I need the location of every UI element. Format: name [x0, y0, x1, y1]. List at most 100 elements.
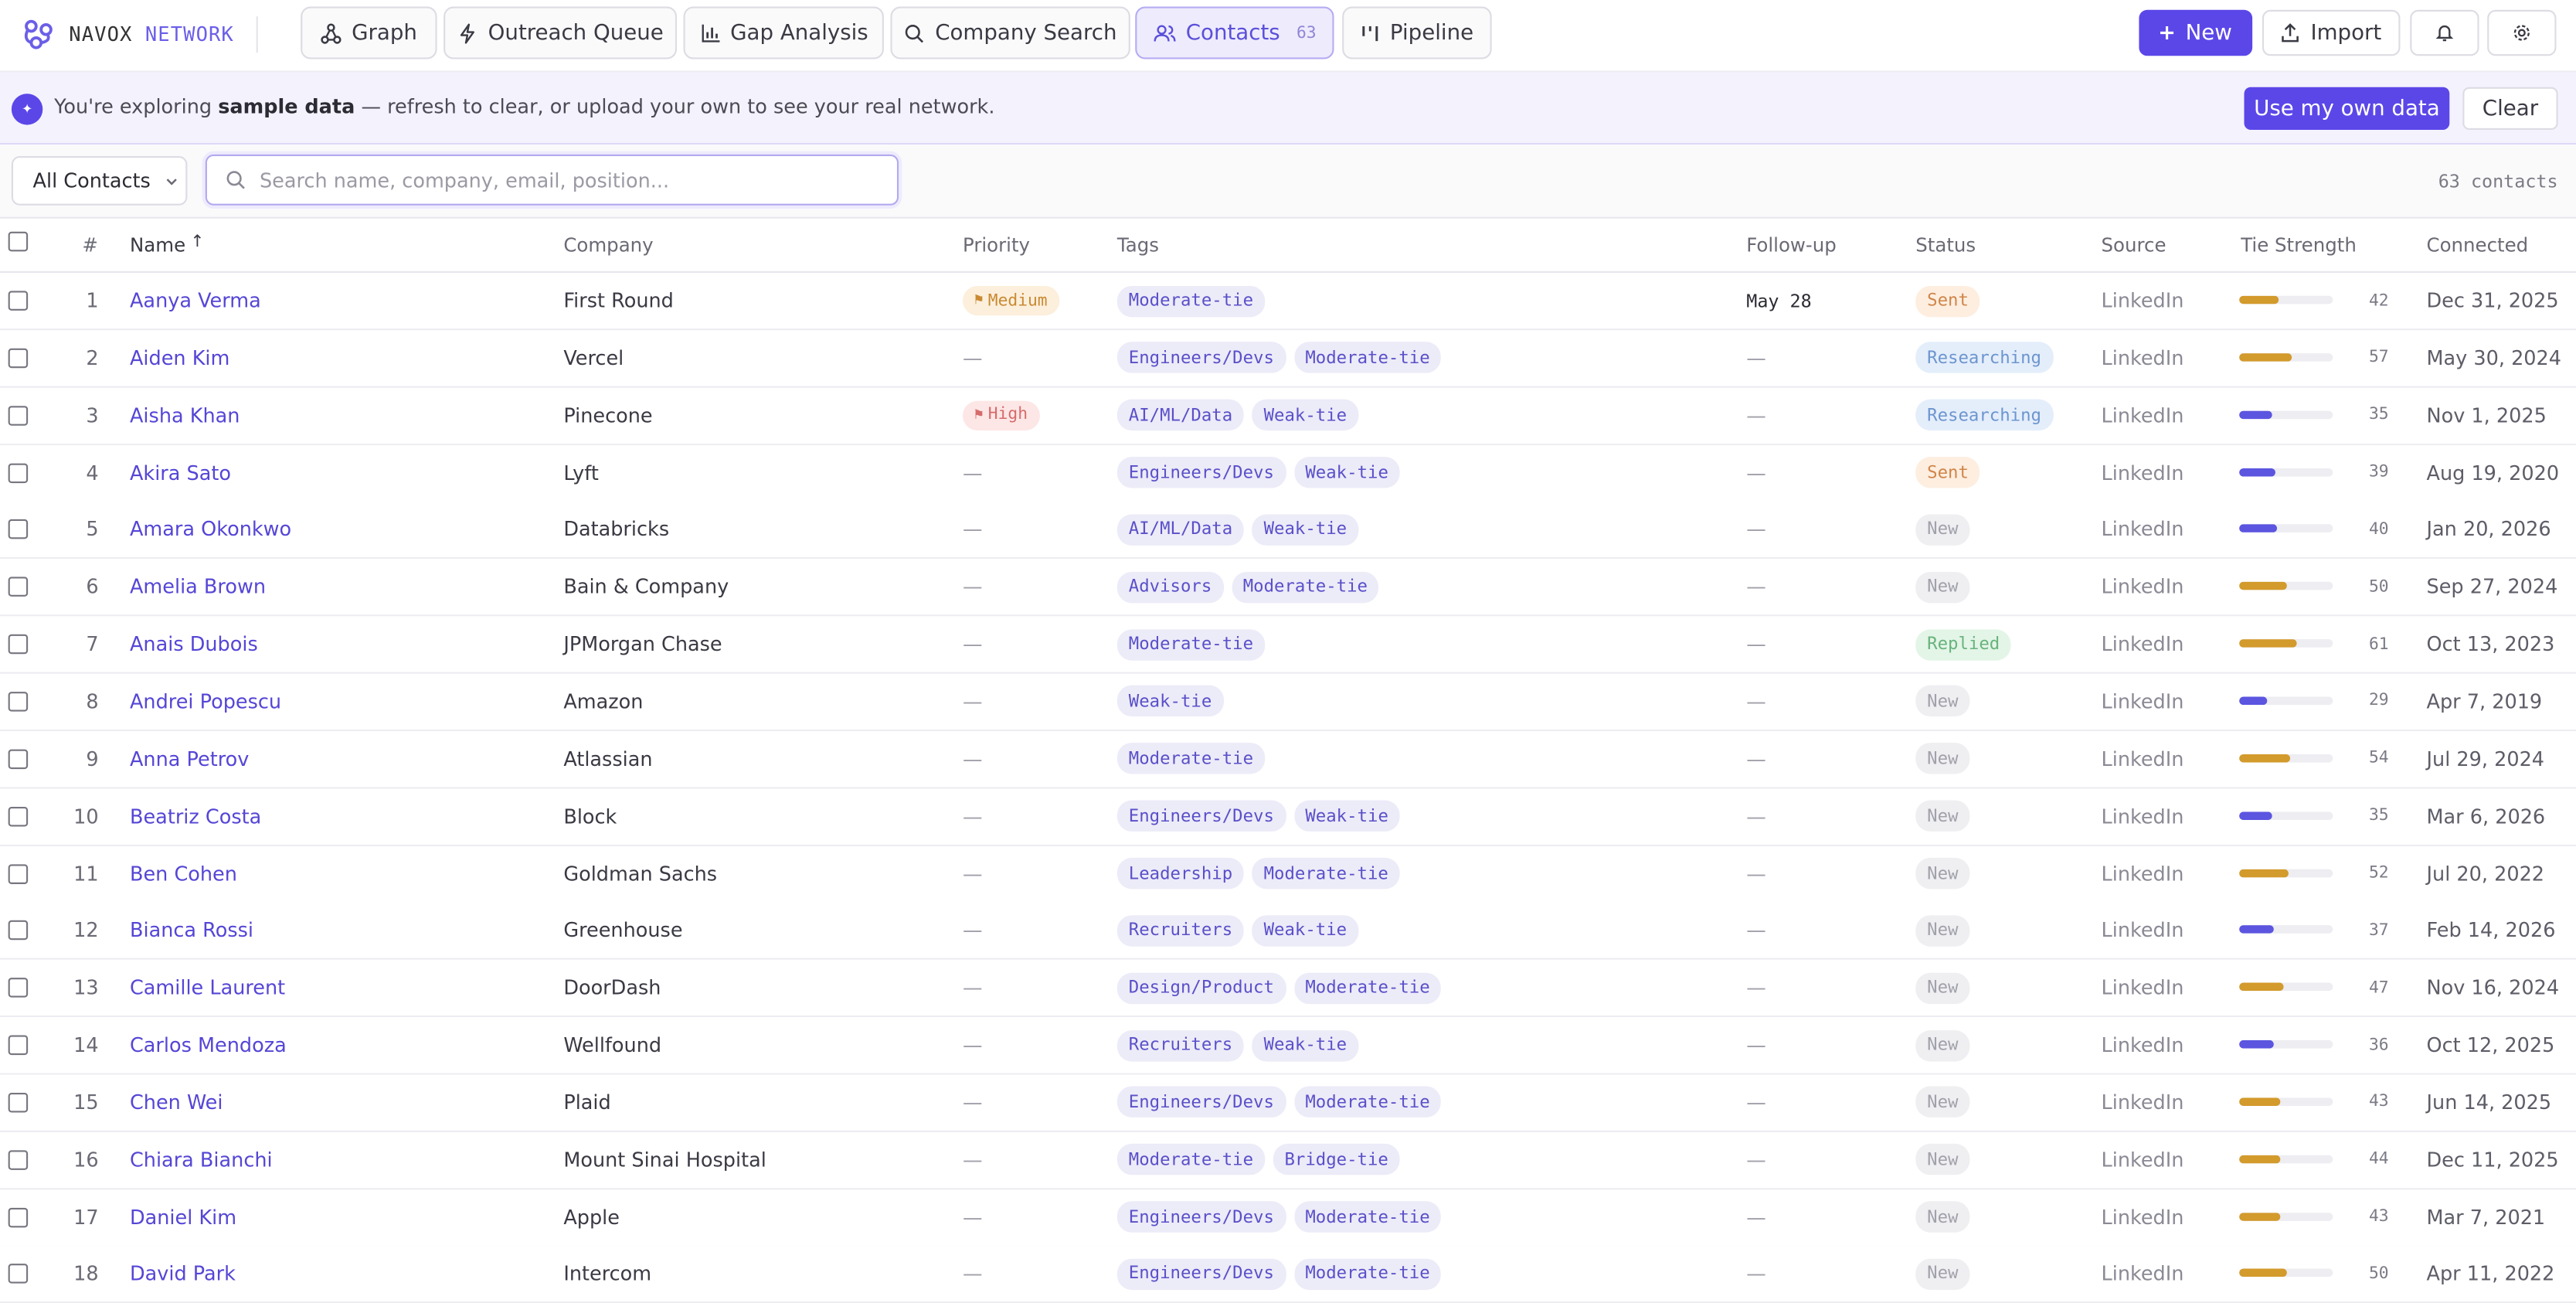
contact-name-link[interactable]: David Park: [130, 1247, 236, 1302]
table-row[interactable]: 9 Anna Petrov Atlassian — Moderate-tie — New Li…: [0, 730, 2576, 789]
table-row[interactable]: 12 Bianca Rossi Greenhouse — Recruiters Weak-…: [0, 903, 2576, 961]
table-row[interactable]: 3 Aisha Khan Pinecone ⚑ High AI/ML/Data Weak-t…: [0, 387, 2576, 445]
tag-chip[interactable]: Engineers/Devs: [1116, 800, 1286, 832]
status-badge[interactable]: Researching: [1915, 342, 2053, 374]
contact-name-link[interactable]: Chen Wei: [130, 1074, 223, 1130]
col-source[interactable]: Source: [2102, 233, 2166, 257]
tag-chip[interactable]: Moderate-tie: [1116, 628, 1265, 660]
tag-chip[interactable]: Engineers/Devs: [1116, 1258, 1286, 1290]
tag-chip[interactable]: AI/ML/Data: [1116, 514, 1245, 546]
row-checkbox[interactable]: [8, 692, 29, 712]
tag-chip[interactable]: Weak-tie: [1293, 800, 1400, 832]
contact-name-link[interactable]: Amelia Brown: [130, 559, 266, 614]
use-my-own-data-button[interactable]: Use my own data: [2244, 87, 2450, 130]
tag-chip[interactable]: Moderate-tie: [1231, 571, 1379, 603]
status-badge[interactable]: Replied: [1915, 628, 2012, 660]
row-checkbox[interactable]: [8, 749, 29, 769]
table-row[interactable]: 15 Chen Wei Plaid — Engineers/Devs Moderate-t…: [0, 1074, 2576, 1132]
tag-chip[interactable]: Engineers/Devs: [1116, 1087, 1286, 1118]
table-row[interactable]: 1 Aanya Verma First Round ⚑ Medium Moderate-t…: [0, 272, 2576, 331]
search-box[interactable]: [205, 154, 899, 206]
tag-chip[interactable]: Recruiters: [1116, 915, 1245, 947]
followup-date[interactable]: —: [1746, 845, 1766, 901]
tag-chip[interactable]: Weak-tie: [1252, 514, 1359, 546]
tag-chip[interactable]: AI/ML/Data: [1116, 400, 1245, 431]
tag-chip[interactable]: Moderate-tie: [1293, 1258, 1442, 1290]
followup-date[interactable]: —: [1746, 1247, 1766, 1302]
contact-name-link[interactable]: Camille Laurent: [130, 960, 285, 1016]
status-badge[interactable]: New: [1915, 686, 1970, 717]
tag-chip[interactable]: Leadership: [1116, 857, 1245, 890]
contact-name-link[interactable]: Beatriz Costa: [130, 788, 261, 844]
table-row[interactable]: 7 Anais Dubois JPMorgan Chase — Moderate-tie…: [0, 616, 2576, 674]
tag-chip[interactable]: Moderate-tie: [1293, 342, 1442, 374]
followup-date[interactable]: —: [1746, 330, 1766, 386]
row-checkbox[interactable]: [8, 920, 29, 941]
tag-chip[interactable]: Moderate-tie: [1116, 1144, 1265, 1175]
row-checkbox[interactable]: [8, 1035, 29, 1056]
clear-button[interactable]: Clear: [2462, 87, 2558, 130]
tab-gap-analysis[interactable]: Gap Analysis: [683, 6, 884, 60]
tab-pipeline[interactable]: Pipeline: [1342, 6, 1492, 60]
contact-name-link[interactable]: Akira Sato: [130, 444, 231, 500]
status-badge[interactable]: Researching: [1915, 400, 2053, 431]
tag-chip[interactable]: Weak-tie: [1293, 457, 1400, 488]
row-checkbox[interactable]: [8, 291, 29, 311]
row-checkbox[interactable]: [8, 863, 29, 883]
tab-outreach-queue[interactable]: Outreach Queue: [443, 6, 678, 60]
select-all-checkbox[interactable]: [8, 231, 29, 252]
table-row[interactable]: 17 Daniel Kim Apple — Engineers/Devs Moderate…: [0, 1189, 2576, 1247]
priority-badge[interactable]: ⚑ Medium: [963, 285, 1059, 316]
row-checkbox[interactable]: [8, 1206, 29, 1227]
row-checkbox[interactable]: [8, 1092, 29, 1113]
tag-chip[interactable]: Moderate-tie: [1116, 743, 1265, 775]
tag-chip[interactable]: Advisors: [1116, 571, 1224, 603]
contact-name-link[interactable]: Aiden Kim: [130, 330, 229, 386]
tag-chip[interactable]: Engineers/Devs: [1116, 342, 1286, 374]
row-checkbox[interactable]: [8, 1264, 29, 1284]
row-checkbox[interactable]: [8, 405, 29, 426]
table-row[interactable]: 16 Chiara Bianchi Mount Sinai Hospital — Mod…: [0, 1131, 2576, 1189]
status-badge[interactable]: New: [1915, 972, 1970, 1004]
table-row[interactable]: 5 Amara Okonkwo Databricks — AI/ML/Data Weak-…: [0, 502, 2576, 560]
status-badge[interactable]: New: [1915, 514, 1970, 546]
followup-date[interactable]: —: [1746, 788, 1766, 844]
row-checkbox[interactable]: [8, 806, 29, 826]
tag-chip[interactable]: Weak-tie: [1252, 915, 1359, 947]
import-button[interactable]: Import: [2262, 9, 2401, 56]
table-row[interactable]: 10 Beatriz Costa Block — Engineers/Devs Weak-…: [0, 788, 2576, 846]
followup-date[interactable]: —: [1746, 502, 1766, 557]
status-badge[interactable]: Sent: [1915, 457, 1980, 488]
row-checkbox[interactable]: [8, 519, 29, 540]
col-tags[interactable]: Tags: [1117, 233, 1159, 257]
followup-date[interactable]: —: [1746, 387, 1766, 443]
row-checkbox[interactable]: [8, 1149, 29, 1170]
col-connected[interactable]: Connected: [2427, 233, 2529, 257]
followup-date[interactable]: —: [1746, 731, 1766, 787]
contact-name-link[interactable]: Bianca Rossi: [130, 903, 253, 958]
status-badge[interactable]: New: [1915, 915, 1970, 947]
tag-chip[interactable]: Engineers/Devs: [1116, 457, 1286, 488]
search-input[interactable]: [259, 168, 884, 192]
followup-date[interactable]: —: [1746, 559, 1766, 614]
status-badge[interactable]: New: [1915, 571, 1970, 603]
tag-chip[interactable]: Weak-tie: [1252, 1029, 1359, 1061]
followup-date[interactable]: —: [1746, 674, 1766, 730]
contact-name-link[interactable]: Amara Okonkwo: [130, 502, 291, 557]
table-row[interactable]: 11 Ben Cohen Goldman Sachs — Leadership Moder…: [0, 845, 2576, 903]
followup-date[interactable]: May 28: [1746, 273, 1812, 328]
contacts-view-select[interactable]: All Contacts: [11, 155, 188, 206]
contact-name-link[interactable]: Aanya Verma: [130, 273, 261, 328]
table-row[interactable]: 6 Amelia Brown Bain & Company — Advisors Mode…: [0, 559, 2576, 617]
table-row[interactable]: 13 Camille Laurent DoorDash — Design/Product…: [0, 960, 2576, 1018]
row-checkbox[interactable]: [8, 462, 29, 483]
table-row[interactable]: 18 David Park Intercom — Engineers/Devs Moder…: [0, 1246, 2576, 1303]
table-row[interactable]: 8 Andrei Popescu Amazon — Weak-tie — New Linked…: [0, 673, 2576, 732]
status-badge[interactable]: Sent: [1915, 284, 1980, 317]
table-row[interactable]: 4 Akira Sato Lyft — Engineers/Devs Weak-tie — S…: [0, 444, 2576, 502]
row-checkbox[interactable]: [8, 978, 29, 999]
tab-graph[interactable]: Graph: [301, 6, 437, 60]
status-badge[interactable]: New: [1915, 1144, 1970, 1175]
followup-date[interactable]: —: [1746, 960, 1766, 1016]
contact-name-link[interactable]: Anna Petrov: [130, 731, 249, 787]
